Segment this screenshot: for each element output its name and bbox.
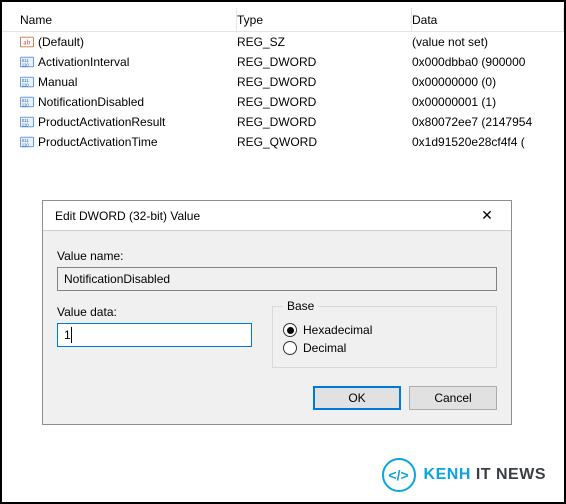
base-group: Base Hexadecimal Decimal: [272, 299, 497, 368]
value-name: ProductActivationTime: [38, 132, 158, 152]
value-data-input[interactable]: [57, 323, 252, 347]
base-legend: Base: [283, 299, 318, 313]
svg-text:110: 110: [22, 62, 30, 67]
dialog-titlebar: Edit DWORD (32-bit) Value ✕: [43, 201, 511, 231]
radio-decimal[interactable]: Decimal: [283, 341, 486, 355]
cell-type: REG_DWORD: [237, 52, 412, 72]
ok-button[interactable]: OK: [313, 386, 401, 410]
cell-data: 0x1d91520e28cf4f4 (: [412, 132, 564, 152]
cell-data: (value not set): [412, 32, 564, 52]
cell-type: REG_DWORD: [237, 92, 412, 112]
cell-name: 011110 ProductActivationTime: [2, 132, 237, 152]
cell-name: 011110 ProductActivationResult: [2, 112, 237, 132]
header-name[interactable]: Name: [2, 8, 237, 32]
cell-data: 0x00000001 (1): [412, 92, 564, 112]
string-value-icon: ab: [20, 35, 34, 49]
text-caret: [71, 327, 72, 343]
watermark-logo-icon: </>: [382, 458, 416, 492]
dialog-title-text: Edit DWORD (32-bit) Value: [55, 209, 467, 223]
radio-label: Hexadecimal: [303, 323, 372, 337]
cell-name: 011110 NotificationDisabled: [2, 92, 237, 112]
value-name: ActivationInterval: [38, 52, 129, 72]
cell-type: REG_SZ: [237, 32, 412, 52]
table-row[interactable]: 011110 ProductActivationTime REG_QWORD0x1d…: [2, 132, 564, 152]
numeric-value-icon: 011110: [20, 115, 34, 129]
cell-data: 0x000dbba0 (900000: [412, 52, 564, 72]
value-name: Manual: [38, 72, 77, 92]
svg-text:110: 110: [22, 82, 30, 87]
svg-text:110: 110: [22, 142, 30, 147]
svg-text:ab: ab: [24, 39, 31, 47]
table-row[interactable]: 011110 ActivationInterval REG_DWORD0x000db…: [2, 52, 564, 72]
numeric-value-icon: 011110: [20, 135, 34, 149]
radio-hexadecimal[interactable]: Hexadecimal: [283, 323, 486, 337]
radio-icon: [283, 323, 297, 337]
edit-dword-dialog: Edit DWORD (32-bit) Value ✕ Value name: …: [42, 200, 512, 425]
list-header: Name Type Data: [2, 8, 564, 32]
cell-type: REG_DWORD: [237, 112, 412, 132]
table-row[interactable]: 011110 NotificationDisabled REG_DWORD0x000…: [2, 92, 564, 112]
close-icon[interactable]: ✕: [467, 202, 507, 230]
watermark: </> KENH IT NEWS: [382, 458, 546, 492]
value-name-input[interactable]: [57, 267, 497, 291]
registry-value-list: Name Type Data ab (Default) REG_SZ(value n…: [2, 2, 564, 152]
cell-type: REG_DWORD: [237, 72, 412, 92]
cancel-button[interactable]: Cancel: [409, 386, 497, 410]
value-name: (Default): [38, 32, 84, 52]
cell-data: 0x00000000 (0): [412, 72, 564, 92]
numeric-value-icon: 011110: [20, 55, 34, 69]
cell-name: ab (Default): [2, 32, 237, 52]
radio-label: Decimal: [303, 341, 346, 355]
watermark-text: KENH IT NEWS: [424, 466, 546, 484]
table-row[interactable]: 011110 Manual REG_DWORD0x00000000 (0): [2, 72, 564, 92]
value-name: ProductActivationResult: [38, 112, 165, 132]
cell-type: REG_QWORD: [237, 132, 412, 152]
value-name: NotificationDisabled: [38, 92, 144, 112]
header-type[interactable]: Type: [237, 8, 412, 32]
numeric-value-icon: 011110: [20, 75, 34, 89]
table-row[interactable]: 011110 ProductActivationResult REG_DWORD0x…: [2, 112, 564, 132]
value-name-label: Value name:: [57, 249, 497, 263]
value-data-label: Value data:: [57, 305, 252, 319]
table-row[interactable]: ab (Default) REG_SZ(value not set): [2, 32, 564, 52]
radio-icon: [283, 341, 297, 355]
cell-name: 011110 ActivationInterval: [2, 52, 237, 72]
cell-name: 011110 Manual: [2, 72, 237, 92]
svg-text:110: 110: [22, 102, 30, 107]
header-data[interactable]: Data: [412, 8, 564, 32]
numeric-value-icon: 011110: [20, 95, 34, 109]
cell-data: 0x80072ee7 (2147954: [412, 112, 564, 132]
svg-text:110: 110: [22, 122, 30, 127]
